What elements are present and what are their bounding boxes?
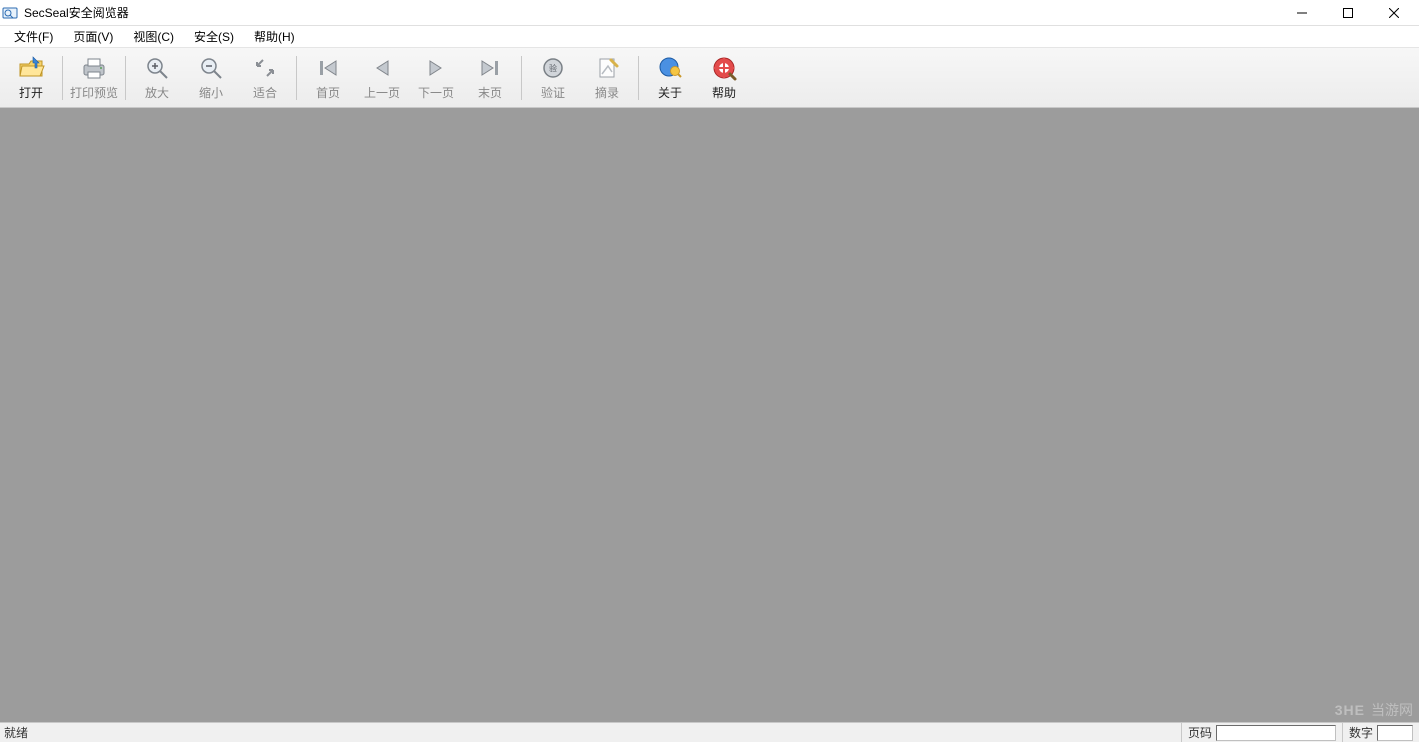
last-page-button[interactable]: 末页 [463,50,517,106]
zoom-out-button[interactable]: 缩小 [184,50,238,106]
watermark-logo: 3HE [1335,702,1365,718]
zoom-in-button[interactable]: 放大 [130,50,184,106]
minimize-button[interactable] [1279,0,1325,26]
watermark: 3HE 当游网 [1335,700,1413,720]
open-label: 打开 [19,84,43,101]
print-preview-button[interactable]: 打印预览 [67,50,121,106]
menu-bar: 文件(F) 页面(V) 视图(C) 安全(S) 帮助(H) [0,26,1419,48]
status-num-label: 数字 [1349,724,1373,741]
verify-button[interactable]: 验 验证 [526,50,580,106]
title-bar: SecSeal安全阅览器 [0,0,1419,26]
status-page-label: 页码 [1188,724,1212,741]
prev-page-label: 上一页 [364,84,400,101]
prev-page-button[interactable]: 上一页 [355,50,409,106]
print-preview-label: 打印预览 [70,84,118,101]
prev-page-icon [368,54,396,82]
verify-label: 验证 [541,84,565,101]
extract-label: 摘录 [595,84,619,101]
last-page-label: 末页 [478,84,502,101]
last-page-icon [476,54,504,82]
next-page-button[interactable]: 下一页 [409,50,463,106]
next-page-icon [422,54,450,82]
maximize-button[interactable] [1325,0,1371,26]
menu-page[interactable]: 页面(V) [63,26,123,47]
page-number-input[interactable] [1216,725,1336,741]
fit-label: 适合 [253,84,277,101]
status-num-panel: 数字 [1342,723,1419,742]
status-page-panel: 页码 [1181,723,1342,742]
zoom-out-icon [197,54,225,82]
num-input[interactable] [1377,725,1413,741]
window-controls [1279,0,1417,26]
open-folder-icon [17,54,45,82]
toolbar-separator [296,56,297,100]
fit-icon [251,54,279,82]
menu-file[interactable]: 文件(F) [4,26,63,47]
fit-button[interactable]: 适合 [238,50,292,106]
open-button[interactable]: 打开 [4,50,58,106]
extract-button[interactable]: 摘录 [580,50,634,106]
about-button[interactable]: 关于 [643,50,697,106]
menu-security[interactable]: 安全(S) [184,26,244,47]
svg-text:验: 验 [549,63,557,73]
watermark-text: 当游网 [1371,700,1413,720]
first-page-button[interactable]: 首页 [301,50,355,106]
status-bar: 就绪 页码 数字 [0,722,1419,742]
toolbar-separator [638,56,639,100]
toolbar-separator [125,56,126,100]
toolbar-separator [62,56,63,100]
toolbar: 打开 打印预览 放大 [0,48,1419,108]
help-button[interactable]: 帮助 [697,50,751,106]
first-page-label: 首页 [316,84,340,101]
window-title: SecSeal安全阅览器 [24,4,129,21]
extract-icon [593,54,621,82]
zoom-in-label: 放大 [145,84,169,101]
app-icon [2,5,18,21]
first-page-icon [314,54,342,82]
menu-help[interactable]: 帮助(H) [244,26,305,47]
next-page-label: 下一页 [418,84,454,101]
close-button[interactable] [1371,0,1417,26]
toolbar-separator [521,56,522,100]
about-icon [656,54,684,82]
help-icon [710,54,738,82]
menu-view[interactable]: 视图(C) [123,26,184,47]
zoom-in-icon [143,54,171,82]
verify-seal-icon: 验 [539,54,567,82]
help-label: 帮助 [712,84,736,101]
about-label: 关于 [658,84,682,101]
status-ready: 就绪 [0,724,1181,741]
printer-icon [80,54,108,82]
document-viewport: 3HE 当游网 [0,108,1419,722]
zoom-out-label: 缩小 [199,84,223,101]
